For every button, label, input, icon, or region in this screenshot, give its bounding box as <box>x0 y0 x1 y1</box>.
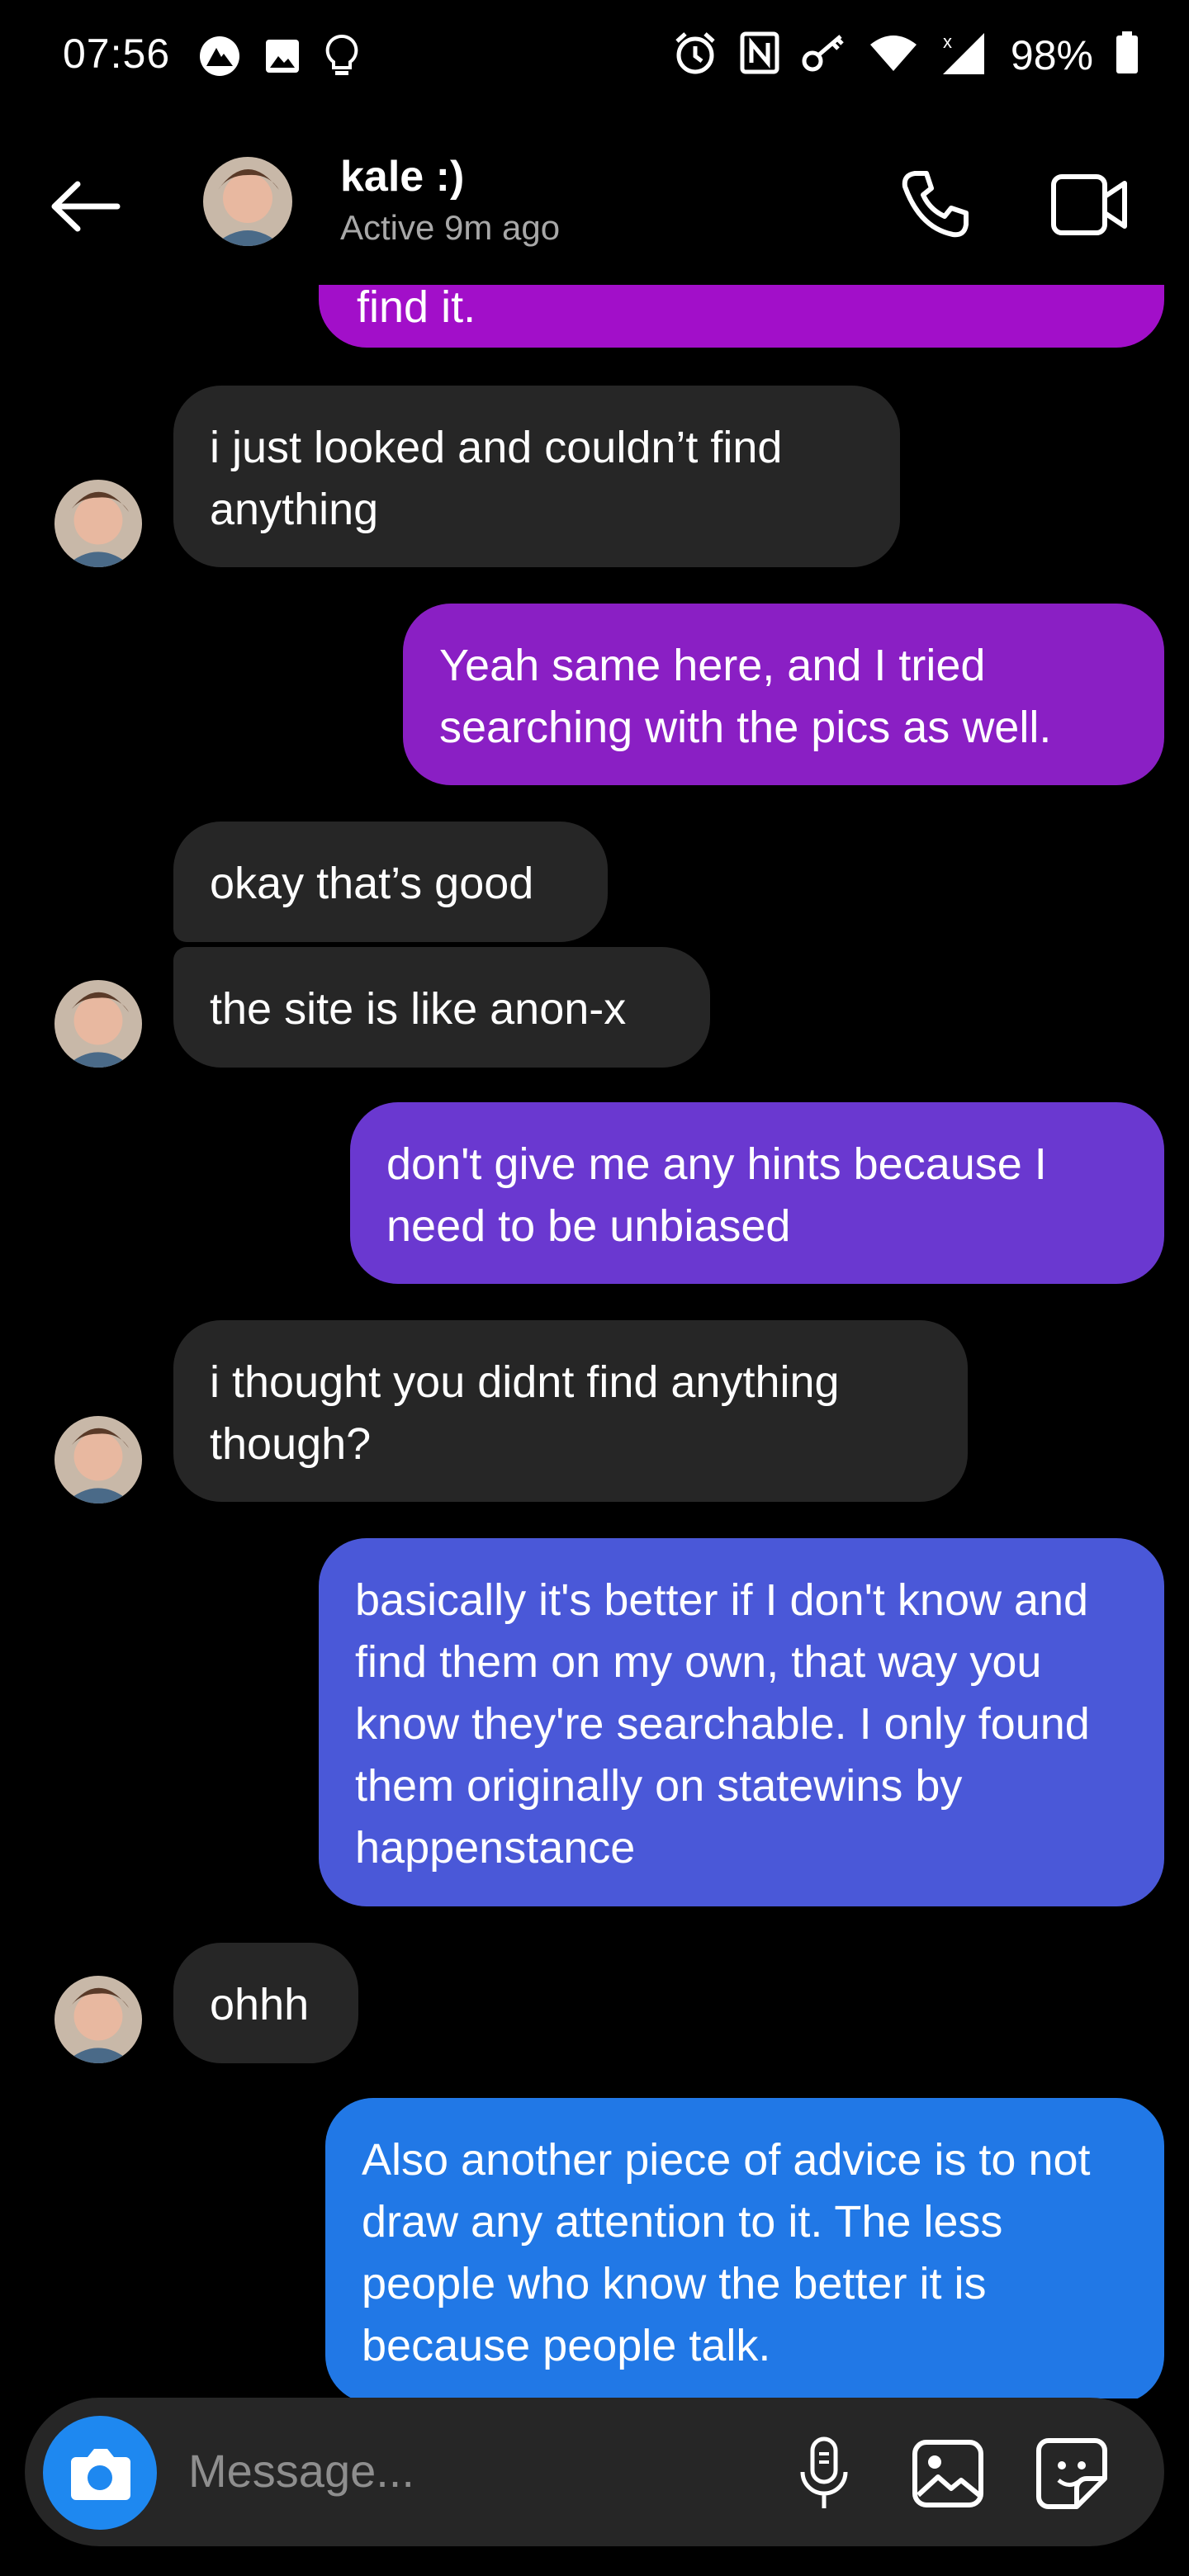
sent-message[interactable]: don't give me any hints because I need t… <box>350 1102 1164 1284</box>
message-text: i thought you didnt find anything though… <box>210 1357 840 1469</box>
avatar[interactable] <box>54 980 142 1068</box>
received-message[interactable]: i thought you didnt find anything though… <box>173 1320 968 1502</box>
camera-icon <box>71 2449 130 2500</box>
microphone-icon[interactable] <box>784 2434 864 2513</box>
status-time: 07:56 <box>63 31 171 77</box>
avatar[interactable] <box>203 157 292 246</box>
wifi-icon <box>869 33 918 77</box>
svg-text:x: x <box>943 31 952 52</box>
signal-icon: x <box>940 30 989 80</box>
message-list[interactable]: find it. i just looked and couldn’t find… <box>0 285 1189 2398</box>
key-icon <box>801 31 847 78</box>
message-text: i just looked and couldn’t find anything <box>210 423 783 534</box>
sent-message[interactable]: Also another piece of advice is to not d… <box>325 2098 1164 2398</box>
sent-message[interactable]: basically it's better if I don't know an… <box>319 1538 1164 1906</box>
battery-icon <box>1115 31 1139 78</box>
battery-percent: 98% <box>1010 31 1093 78</box>
message-text: the site is like anon-x <box>210 984 627 1034</box>
message-text: Also another piece of advice is to not d… <box>362 2135 1091 2370</box>
avatar[interactable] <box>54 1976 142 2063</box>
nordvpn-icon <box>198 35 241 82</box>
status-bar: 07:56 x 98% <box>0 0 1189 116</box>
message-composer: Message... <box>25 2398 1164 2546</box>
message-text: Yeah same here, and I tried searching wi… <box>439 641 1052 752</box>
received-message[interactable]: i just looked and couldn’t find anything <box>173 386 900 567</box>
avatar[interactable] <box>54 1416 142 1503</box>
active-status: Active 9m ago <box>340 208 561 247</box>
gallery-icon[interactable] <box>908 2434 988 2513</box>
message-text: basically it's better if I don't know an… <box>355 1575 1090 1873</box>
received-message[interactable]: okay that’s good <box>173 822 608 942</box>
camera-button[interactable] <box>43 2416 157 2530</box>
message-input[interactable]: Message... <box>188 2444 414 2498</box>
nfc-icon <box>740 31 779 78</box>
message-text: find it. <box>357 285 476 332</box>
back-arrow-icon[interactable] <box>48 178 122 235</box>
contact-name[interactable]: kale :) <box>340 152 464 201</box>
alarm-icon <box>672 30 718 80</box>
bulb-icon <box>324 33 360 83</box>
sticker-icon[interactable] <box>1032 2434 1111 2513</box>
sent-message[interactable]: find it. <box>319 285 1164 348</box>
received-message[interactable]: ohhh <box>173 1943 358 2063</box>
sent-message[interactable]: Yeah same here, and I tried searching wi… <box>403 604 1164 785</box>
image-icon <box>263 36 302 80</box>
message-text: don't give me any hints because I need t… <box>386 1139 1047 1251</box>
avatar[interactable] <box>54 480 142 567</box>
received-message[interactable]: the site is like anon-x <box>173 947 710 1068</box>
video-icon[interactable] <box>1050 172 1130 238</box>
chat-header: kale :) Active 9m ago <box>0 124 1189 289</box>
message-text: ohhh <box>210 1980 310 2029</box>
phone-icon[interactable] <box>898 167 973 241</box>
message-text: okay that’s good <box>210 859 534 908</box>
